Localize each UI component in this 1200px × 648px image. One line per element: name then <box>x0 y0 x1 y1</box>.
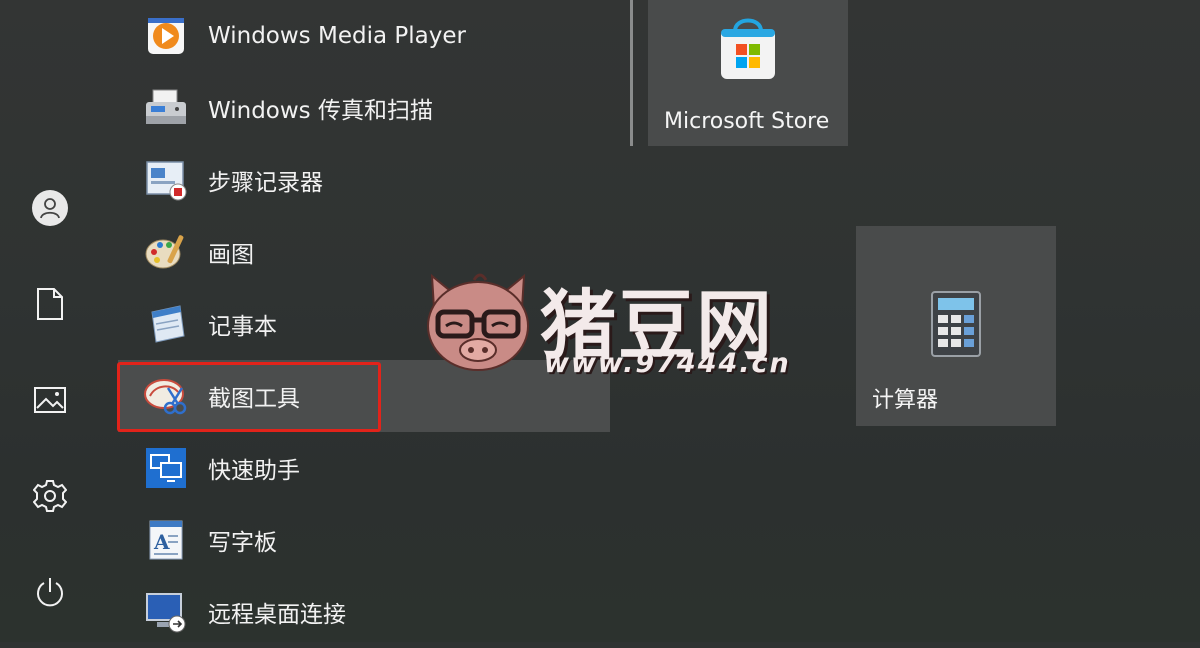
user-account-button[interactable] <box>20 178 80 238</box>
app-item-quick-assist[interactable]: 快速助手 <box>118 432 610 504</box>
tile-label: Microsoft Store <box>664 109 830 134</box>
site-watermark: 猪豆网 www.97444.cn <box>418 268 791 388</box>
documents-button[interactable] <box>20 274 80 334</box>
app-item-wordpad[interactable]: A 写字板 <box>118 504 610 576</box>
app-item-remote-desktop[interactable]: 远程桌面连接 <box>118 576 610 648</box>
steps-recorder-icon <box>142 156 190 204</box>
wordpad-icon: A <box>142 516 190 564</box>
settings-icon <box>33 480 67 512</box>
app-item-fax-scan[interactable]: Windows 传真和扫描 <box>118 72 610 144</box>
quick-assist-icon <box>142 444 190 492</box>
app-label: 快速助手 <box>208 458 300 484</box>
start-menu-rail <box>0 0 100 642</box>
calculator-icon <box>926 288 986 360</box>
tile-label: 计算器 <box>872 388 939 413</box>
snipping-tool-icon <box>142 372 190 420</box>
pictures-icon <box>34 387 66 413</box>
watermark-url: www.97444.cn <box>544 348 791 379</box>
tile-microsoft-store[interactable]: Microsoft Store <box>648 0 848 146</box>
media-player-icon <box>142 12 190 60</box>
document-icon <box>37 288 63 320</box>
app-label: 步骤记录器 <box>208 170 323 196</box>
user-icon <box>32 190 68 226</box>
app-label: 写字板 <box>208 530 277 556</box>
paint-icon <box>142 228 190 276</box>
pig-logo-icon <box>427 273 529 371</box>
store-bag-icon <box>710 10 786 86</box>
pictures-button[interactable] <box>20 370 80 430</box>
fax-scan-icon <box>142 84 190 132</box>
app-label: 画图 <box>208 242 254 268</box>
power-icon <box>37 578 63 607</box>
app-label: 远程桌面连接 <box>208 602 346 628</box>
app-item-steps-recorder[interactable]: 步骤记录器 <box>118 144 610 216</box>
settings-button[interactable] <box>20 466 80 526</box>
app-label: Windows 传真和扫描 <box>208 98 433 124</box>
app-item-windows-media-player[interactable]: Windows Media Player <box>118 0 610 72</box>
group-divider <box>630 0 633 146</box>
svg-text:A: A <box>153 530 170 554</box>
tile-calculator[interactable]: 计算器 <box>856 226 1056 426</box>
app-label: 截图工具 <box>208 386 300 412</box>
notepad-icon <box>142 300 190 348</box>
app-label: Windows Media Player <box>208 23 466 49</box>
remote-desktop-icon <box>142 588 190 636</box>
app-label: 记事本 <box>208 314 277 340</box>
power-button[interactable] <box>20 562 80 622</box>
